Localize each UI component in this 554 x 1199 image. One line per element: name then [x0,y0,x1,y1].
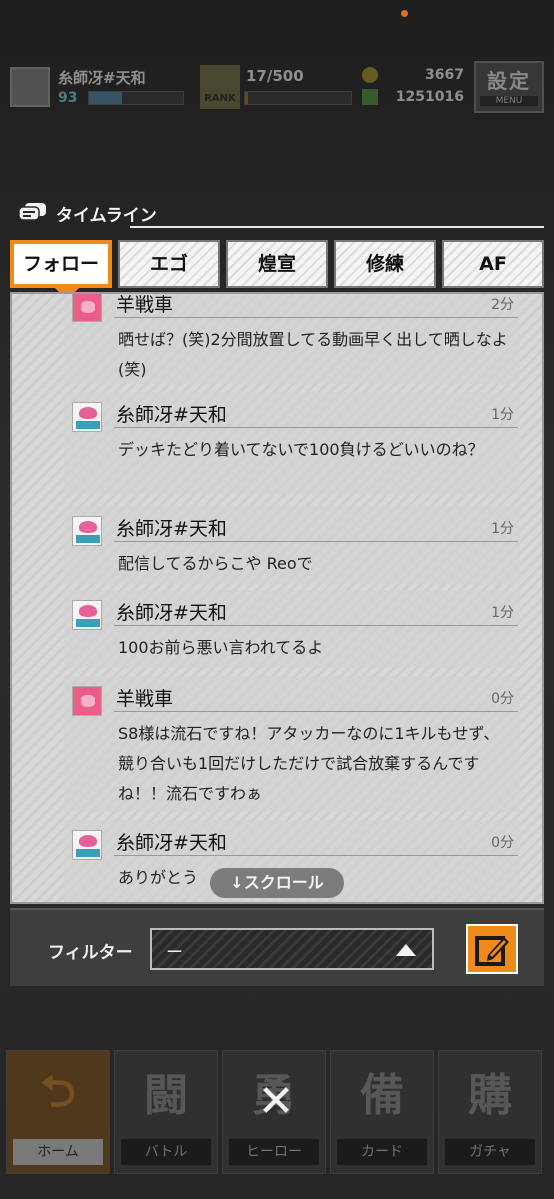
coin-count: 3667 [425,67,464,83]
post-time: 0分 [491,835,514,851]
player-name: 糸師冴#天和 [58,69,146,87]
timeline-header: タイムライン [10,196,544,230]
chat-bubble-icon [18,203,46,221]
post-author: 糸師冴#天和 [116,832,227,854]
post-divider [114,625,518,626]
battle-icon: 闘 [144,1070,188,1121]
settings-button[interactable]: 設定 MENU [474,61,544,113]
post-text: 晒せば？(笑)2分間放置してる動画早く出して晒しなよ(笑) [118,330,508,379]
tab-shuren[interactable]: 修練 [334,240,436,288]
list-item[interactable]: 糸師冴#天和 1分 デッキたどり着いてないで100負けるどいいのね？ [64,392,520,494]
triangle-up-icon [396,944,416,956]
filter-label: フィルター [48,943,133,963]
post-time: 0分 [491,691,514,707]
rank-progress: 17/500 [246,67,304,85]
post-author: 糸師冴#天和 [116,602,227,624]
post-author: 糸師冴#天和 [116,518,227,540]
tab-ego[interactable]: エゴ [118,240,220,288]
rank-icon: RANK [200,65,240,109]
gem-icon [362,89,378,105]
post-text: S8様は流石ですね！アタッカーなのに1キルもせず、競り合いも1回だけしただけで試… [118,724,500,803]
nav-card[interactable]: 備 カード [330,1050,434,1174]
edit-pencil-icon [475,936,509,966]
itoshi-avatar [72,402,102,432]
level-progress-bar [88,91,184,105]
coin-icon [362,67,378,83]
menu-label: MENU [480,96,538,106]
tab-kousen[interactable]: 煌宣 [226,240,328,288]
sheep-avatar [72,294,102,322]
home-icon: ⮌ [40,1066,76,1117]
post-divider [114,541,518,542]
settings-label: 設定 [487,69,531,93]
list-item[interactable]: 羊戦車 0分 S8様は流石ですね！アタッカーなのに1キルもせず、競り合いも1回だ… [64,676,520,812]
notification-dot [401,10,408,17]
player-level: 93 [58,90,78,106]
post-divider [114,855,518,856]
timeline-tabs: フォロー エゴ 煌宣 修練 AF [10,238,544,300]
post-author: 羊戦車 [116,294,174,316]
itoshi-avatar [72,600,102,630]
itoshi-avatar [72,516,102,546]
post-divider [114,427,518,428]
filter-bar: フィルター ー [10,908,544,986]
compose-post-button[interactable] [466,924,518,974]
nav-gacha-label: ガチャ [445,1139,535,1165]
post-author: 糸師冴#天和 [116,404,227,426]
post-time: 1分 [491,407,514,423]
post-time: 2分 [491,297,514,313]
post-author: 羊戦車 [116,688,174,710]
tab-af[interactable]: AF [442,240,544,288]
list-item[interactable]: 羊戦車 2分 晒せば？(笑)2分間放置してる動画早く出して晒しなよ(笑) [64,294,520,384]
post-divider [114,317,518,318]
post-divider [114,711,518,712]
card-icon: 備 [360,1070,404,1121]
nav-battle[interactable]: 闘 バトル [114,1050,218,1174]
post-text: 配信してるからこや Reoで [118,554,313,573]
timeline-feed[interactable]: 羊戦車 2分 晒せば？(笑)2分間放置してる動画早く出して晒しなよ(笑) 糸師冴… [10,292,544,904]
gem-count: 1251016 [395,89,464,105]
nav-home-label: ホーム [13,1139,103,1165]
gacha-icon: 購 [468,1070,512,1121]
itoshi-avatar [72,830,102,860]
header-divider [130,226,544,228]
tab-follow[interactable]: フォロー [10,240,112,288]
player-avatar [10,67,50,107]
top-status-bar: 糸師冴#天和 93 RANK 17/500 3667 1251016 設定 ME… [0,55,554,117]
rank-progress-bar [244,91,352,105]
list-item[interactable]: 糸師冴#天和 1分 100お前ら悪い言われてるよ [64,590,520,668]
rank-progress-fill [245,92,249,104]
nav-gacha[interactable]: 購 ガチャ [438,1050,542,1174]
post-text: 100お前ら悪い言われてるよ [118,638,324,657]
nav-card-label: カード [337,1139,427,1165]
scroll-hint[interactable]: ↓スクロール [210,868,344,898]
close-icon[interactable]: ✕ [254,1080,298,1124]
post-text: デッキたどり着いてないで100負けるどいいのね？ [118,440,484,459]
sheep-avatar [72,686,102,716]
post-time: 1分 [491,605,514,621]
nav-battle-label: バトル [121,1139,211,1165]
nav-hero-label: ヒーロー [229,1139,319,1165]
level-progress-fill [89,92,122,104]
filter-selected-value: ー [166,943,183,963]
timeline-title: タイムライン [56,206,157,226]
post-time: 1分 [491,521,514,537]
list-item[interactable]: 糸師冴#天和 1分 配信してるからこや Reoで [64,506,520,584]
filter-dropdown[interactable]: ー [150,928,434,970]
nav-home[interactable]: ⮌ ホーム [6,1050,110,1174]
